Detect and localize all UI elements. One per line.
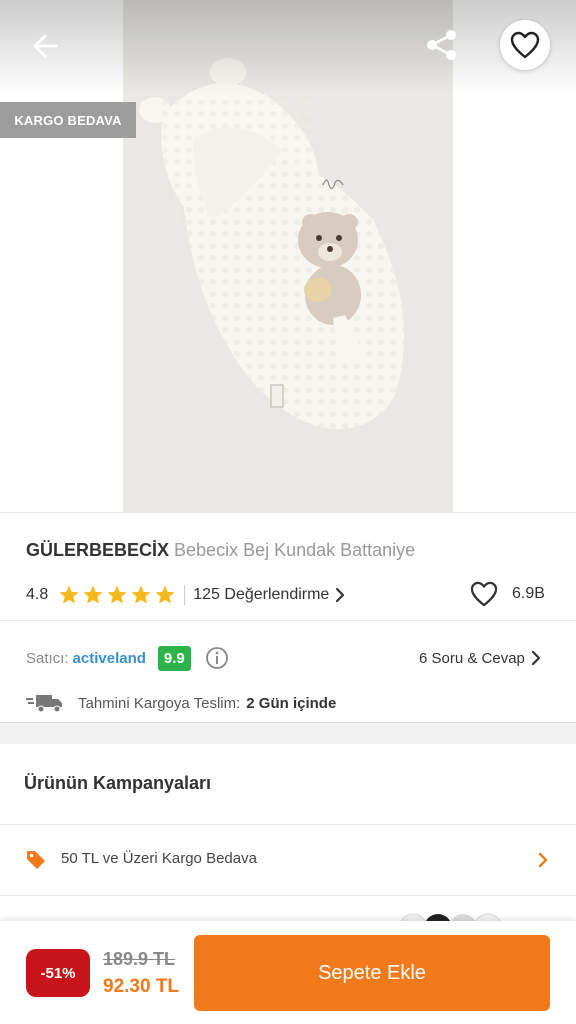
star-icon [131,585,151,604]
questions-answers-link[interactable]: 6 Soru & Cevap [419,645,541,671]
campaigns-title: Ürünün Kampanyaları [24,773,212,793]
seller-name-link[interactable]: activeland [73,650,146,667]
new-price: 92.30 TL [103,976,180,997]
star-icon [83,585,103,604]
star-icon [107,585,127,604]
reviews-link[interactable]: 125 Değerlendirme [193,586,345,604]
rating-value: 4.8 [26,586,49,603]
star-icon [59,585,79,604]
arrow-left-icon [33,34,58,58]
back-button[interactable] [24,24,68,68]
delivery-value: 2 Gün içinde [246,694,337,712]
divider [0,895,576,896]
heart-outline-icon [510,31,540,59]
truck-icon [26,695,62,713]
star-rating [58,584,176,606]
chevron-right-icon [531,650,541,666]
likes[interactable]: 6.9B [470,579,545,609]
bottom-bar: -51% 189.9 TL 92.30 TL Sepete Ekle [0,921,576,1024]
divider [0,620,576,621]
likes-count: 6.9B [512,585,545,602]
share-icon [427,30,456,60]
rating-separator [184,585,186,605]
chevron-right-icon [538,852,548,868]
reviews-label: 125 Değerlendirme [193,586,330,603]
product-brand[interactable]: GÜLERBEBECİX [26,540,169,560]
delivery-estimate: Tahmini Kargoya Teslim: 2 Gün içinde [26,688,336,718]
divider [0,824,576,825]
product-image-area[interactable]: KARGO BEDAVA [0,0,576,512]
tag-icon [27,851,45,869]
product-title: GÜLERBEBECİX Bebecix Bej Kundak Battaniy… [26,540,415,561]
chevron-right-icon [336,587,345,603]
campaign-label: 50 TL ve Üzeri Kargo Bedava [61,850,257,867]
old-price: 189.9 TL [103,949,176,969]
discount-badge: -51% [26,949,90,997]
seller-score-badge: 9.9 [157,645,191,671]
delivery-label: Tahmini Kargoya Teslim: [78,694,241,712]
seller-row: Satıcı: activeland 9.9 [26,644,229,672]
heart-outline-icon [470,581,498,607]
share-button[interactable] [420,24,464,68]
free-shipping-badge: KARGO BEDAVA [0,102,136,138]
info-icon[interactable] [205,646,229,670]
seller-label: Satıcı: [26,649,69,667]
section-separator [0,722,576,744]
add-to-cart-button[interactable]: Sepete Ekle [194,935,550,1011]
qa-label: 6 Soru & Cevap [419,649,525,667]
product-name: Bebecix Bej Kundak Battaniye [174,540,416,560]
favorite-button[interactable] [500,20,550,70]
rating-row: 4.8 125 Değerlendirme [26,582,345,608]
divider [0,512,576,513]
top-gradient [0,0,576,95]
campaign-item[interactable]: 50 TL ve Üzeri Kargo Bedava [0,826,576,894]
star-icon [155,585,175,604]
